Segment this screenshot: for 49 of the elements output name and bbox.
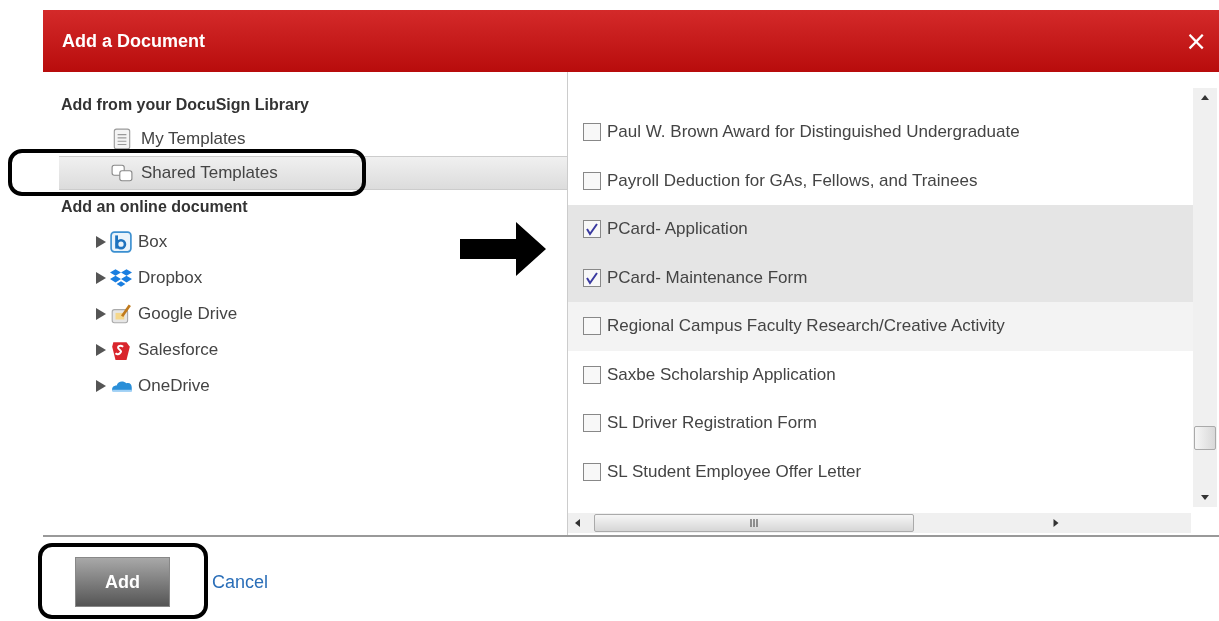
template-name: Payroll Deduction for GAs, Fellows, and Trainees [607,170,978,191]
template-name: Paul W. Brown Award for Distinguished Undergraduate [607,122,1020,143]
template-name: SL Driver Registration Form [607,413,818,434]
tree-item[interactable]: Salesforce [138,340,219,360]
template-name: SL Student Employee Offer Letter [607,461,862,482]
section-heading: Add an online document [60,197,249,217]
checkbox[interactable] [583,268,601,287]
checkbox[interactable] [583,171,601,190]
expand-arrow-icon[interactable] [96,380,106,392]
scroll-up-icon[interactable] [1200,94,1210,100]
scroll-thumb[interactable] [1194,425,1216,450]
vertical-scrollbar[interactable] [1193,88,1217,507]
expand-arrow-icon[interactable] [96,236,106,248]
diamonds-icon [110,267,132,289]
checkbox[interactable] [583,414,601,433]
expand-arrow-icon[interactable] [96,272,106,284]
expand-arrow-icon[interactable] [96,308,106,320]
horizontal-scrollbar[interactable] [568,513,1191,533]
close-button[interactable]: × [1181,26,1211,56]
square-logo-icon [110,231,132,253]
expand-arrow-icon[interactable] [96,344,106,356]
pencil-box-icon [110,303,132,325]
library-item[interactable]: My Templates [59,122,567,156]
tree-item[interactable]: Box [138,232,168,252]
scroll-down-icon[interactable] [1200,495,1210,501]
scroll-left-icon[interactable] [574,518,580,528]
tree-item[interactable]: Dropbox [138,268,203,288]
tree-item[interactable]: Google Drive [138,304,238,324]
template-name: PCard- Maintenance Form [607,267,808,288]
checkbox[interactable] [583,365,601,384]
add-button[interactable]: Add [75,557,170,607]
cancel-link[interactable]: Cancel [212,571,269,593]
tree-item[interactable]: OneDrive [138,376,210,396]
checkbox[interactable] [583,220,601,239]
template-name: Regional Campus Faculty Research/Creative Activity [607,316,1005,337]
section-heading: Add from your DocuSign Library [60,95,310,115]
template-name: PCard- Application [607,219,748,240]
document-icon [111,128,133,150]
checkbox[interactable] [583,317,601,336]
cloud-icon [110,379,132,393]
checkbox[interactable] [583,462,601,481]
tag-icon [110,339,132,361]
template-name: Saxbe Scholarship Application [607,364,836,385]
overlapping-squares-icon [111,162,133,184]
library-item[interactable]: Shared Templates [59,156,567,190]
scroll-thumb[interactable] [594,514,914,532]
checkbox[interactable] [583,123,601,142]
dialog-title: Add a Document [62,30,205,52]
grip-icon [749,519,759,527]
